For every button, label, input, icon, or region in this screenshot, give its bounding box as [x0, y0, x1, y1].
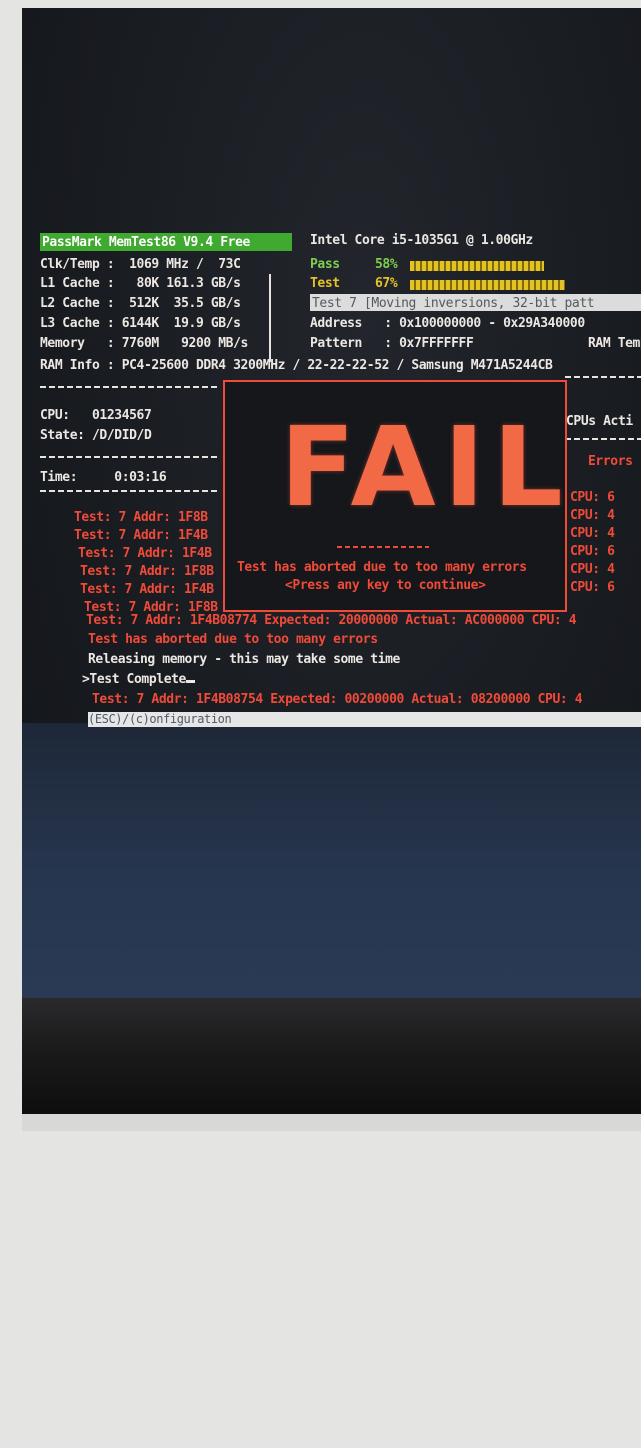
- divider: [40, 386, 220, 388]
- dialog-divider: [337, 546, 429, 548]
- error-cpu: CPU: 6: [570, 490, 615, 505]
- pass-progress-bar: [410, 261, 544, 271]
- configuration-bar[interactable]: (ESC)/(c)onfiguration: [88, 712, 641, 727]
- text-cursor: [185, 680, 195, 683]
- error-cpu: CPU: 4: [570, 526, 615, 541]
- divider: [40, 490, 220, 492]
- pattern: Pattern : 0x7FFFFFFF: [310, 336, 474, 351]
- ram-info: RAM Info : PC4-25600 DDR4 3200MHz / 22-2…: [40, 358, 553, 373]
- fail-dialog[interactable]: FAIL Test has aborted due to too many er…: [223, 380, 567, 612]
- errors-label: Errors: [588, 454, 633, 469]
- divider: [565, 376, 641, 378]
- test-progress-bar: [410, 280, 565, 290]
- test-percent: 67%: [375, 276, 398, 291]
- monitor-base: [22, 998, 641, 1114]
- error-cpu: CPU: 4: [570, 508, 615, 523]
- app-title: PassMark MemTest86 V9.4 Free: [40, 233, 292, 251]
- error-line: Test: 7 Addr: 1F4B: [74, 528, 208, 543]
- error-line: Test: 7 Addr: 1F8B: [74, 510, 208, 525]
- fail-banner: FAIL: [280, 403, 571, 531]
- cpus-active-label: CPUs Acti: [566, 414, 633, 429]
- memory-info: Memory : 7760M 9200 MB/s: [40, 336, 248, 351]
- abort-message: Test has aborted due to too many errors: [237, 560, 527, 575]
- current-test: Test 7 [Moving inversions, 32-bit patt: [310, 294, 641, 311]
- address-range: Address : 0x100000000 - 0x29A340000: [310, 316, 585, 331]
- ram-temp-label: RAM Temp: [588, 336, 641, 351]
- log-abort-line: Test has aborted due to too many errors: [88, 632, 378, 647]
- pass-label: Pass: [310, 257, 340, 272]
- cpu-state: State: /D/DID/D: [40, 428, 152, 443]
- l2-cache: L2 Cache : 512K 35.5 GB/s: [40, 296, 241, 311]
- error-line: Test: 7 Addr: 1F8B: [80, 564, 214, 579]
- test-complete-text: >Test Complete: [82, 672, 186, 687]
- test-label: Test: [310, 276, 340, 291]
- error-cpu: CPU: 6: [570, 580, 615, 595]
- continue-prompt[interactable]: <Press any key to continue>: [285, 576, 545, 596]
- elapsed-time: Time: 0:03:16: [40, 470, 167, 485]
- log-error-line: Test: 7 Addr: 1F4B08774 Expected: 200000…: [86, 613, 577, 628]
- log-release-line: Releasing memory - this may take some ti…: [88, 652, 400, 667]
- log-complete-line: >Test Complete: [82, 670, 195, 690]
- error-cpu: CPU: 4: [570, 562, 615, 577]
- memtest-terminal: PassMark MemTest86 V9.4 Free Intel Core …: [40, 228, 641, 728]
- divider: [40, 456, 220, 458]
- pass-percent: 58%: [375, 257, 398, 272]
- error-line: Test: 7 Addr: 1F4B: [78, 546, 212, 561]
- log-error-line: Test: 7 Addr: 1F4B08754 Expected: 002000…: [92, 692, 583, 707]
- screen-lower-area: [22, 723, 641, 998]
- desk-surface: [22, 1114, 641, 1131]
- l3-cache: L3 Cache : 6144K 19.9 GB/s: [40, 316, 241, 331]
- error-line: Test: 7 Addr: 1F4B: [80, 582, 214, 597]
- cpu-list: CPU: 01234567: [40, 408, 152, 423]
- error-cpu: CPU: 6: [570, 544, 615, 559]
- column-separator: [269, 274, 271, 362]
- clk-temp: Clk/Temp : 1069 MHz / 73C: [40, 257, 241, 272]
- l1-cache: L1 Cache : 80K 161.3 GB/s: [40, 276, 241, 291]
- cpu-name: Intel Core i5-1035G1 @ 1.00GHz: [310, 233, 533, 248]
- divider: [565, 438, 641, 440]
